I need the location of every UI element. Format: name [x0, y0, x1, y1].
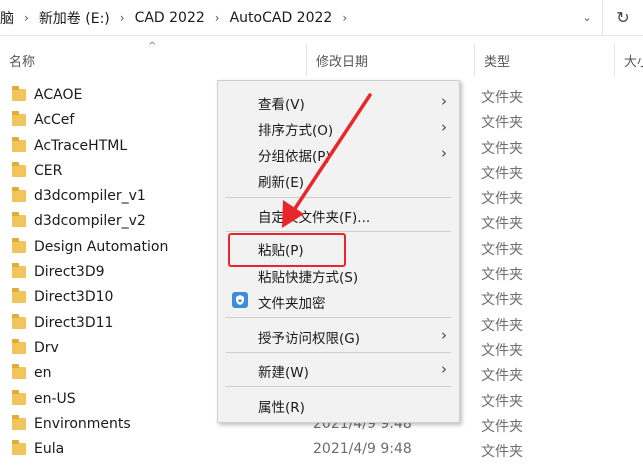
- file-type: 文件夹: [481, 444, 523, 461]
- file-type: 文件夹: [481, 115, 523, 132]
- menu-item-properties[interactable]: 属性(R): [218, 392, 459, 417]
- file-name: Direct3D11: [34, 314, 114, 331]
- breadcrumb-cad-2022[interactable]: CAD 2022: [129, 10, 211, 26]
- address-bar[interactable]: 脑 › 新加卷 (E:) › CAD 2022 › AutoCAD 2022 ›…: [0, 0, 643, 36]
- menu-item-new[interactable]: 新建(W) ›: [218, 357, 459, 382]
- context-menu: 查看(V) › 排序方式(O) › 分组依据(P) › 刷新(E) 自定义文件夹…: [217, 80, 460, 423]
- file-date: 2021/4/9 9:48: [313, 441, 412, 458]
- column-headers: 名称 ^ 修改日期 类型 大小: [0, 41, 643, 76]
- file-name: ACAOE: [34, 87, 83, 103]
- breadcrumb-separator-icon[interactable]: ›: [20, 11, 33, 25]
- file-name: Design Automation: [34, 238, 169, 255]
- file-type: 文件夹: [481, 140, 523, 157]
- file-type: 文件夹: [481, 418, 523, 435]
- list-item[interactable]: Eula 2021/4/9 9:48 文件夹: [0, 437, 643, 462]
- menu-item-give-access[interactable]: 授予访问权限(G) ›: [218, 323, 459, 348]
- folder-icon: [12, 136, 26, 152]
- file-name: Direct3D10: [34, 289, 114, 306]
- sort-ascending-icon: ^: [148, 41, 157, 52]
- file-name: Direct3D9: [34, 264, 105, 281]
- chevron-right-icon: ›: [441, 92, 447, 110]
- file-name: Drv: [34, 339, 59, 356]
- shield-lock-icon: [232, 292, 248, 308]
- column-header-type[interactable]: 类型: [474, 44, 614, 76]
- menu-item-group[interactable]: 分组依据(P) ›: [218, 141, 459, 166]
- breadcrumb-this-pc[interactable]: 脑: [0, 8, 20, 28]
- file-type: 文件夹: [481, 216, 523, 233]
- column-header-size[interactable]: 大小: [614, 44, 643, 76]
- folder-icon: [12, 364, 26, 380]
- folder-icon: [12, 389, 26, 405]
- file-type: 文件夹: [481, 393, 523, 410]
- folder-icon: [12, 212, 26, 228]
- menu-separator: [226, 197, 451, 198]
- menu-item-view[interactable]: 查看(V) ›: [218, 89, 459, 114]
- file-name: AcCef: [34, 112, 75, 129]
- folder-icon: [12, 187, 26, 203]
- file-type: 文件夹: [481, 241, 523, 258]
- column-header-name[interactable]: 名称 ^: [0, 41, 306, 76]
- chevron-right-icon: ›: [441, 326, 447, 344]
- file-name: Eula: [34, 441, 65, 458]
- file-name: d3dcompiler_v1: [34, 188, 146, 205]
- menu-item-sort[interactable]: 排序方式(O) ›: [218, 115, 459, 140]
- file-type: 文件夹: [481, 165, 523, 182]
- chevron-right-icon: ›: [441, 144, 447, 162]
- folder-icon: [12, 161, 26, 177]
- breadcrumb-autocad-2022[interactable]: AutoCAD 2022: [224, 10, 339, 26]
- folder-icon: [12, 288, 26, 304]
- folder-icon: [12, 414, 26, 430]
- menu-separator: [226, 352, 451, 353]
- file-name: CER: [34, 162, 63, 179]
- refresh-icon[interactable]: ↻: [602, 0, 643, 35]
- menu-item-paste-shortcut[interactable]: 粘贴快捷方式(S): [218, 262, 459, 287]
- file-type: 文件夹: [481, 292, 523, 309]
- breadcrumb: 脑 › 新加卷 (E:) › CAD 2022 › AutoCAD 2022 ›: [0, 0, 573, 35]
- file-name: Environments: [34, 415, 131, 432]
- file-name: en-US: [34, 390, 76, 407]
- address-dropdown-icon[interactable]: ⌄: [573, 0, 601, 35]
- file-type: 文件夹: [481, 191, 523, 208]
- folder-icon: [12, 237, 26, 253]
- file-name: d3dcompiler_v2: [34, 213, 146, 230]
- column-header-date[interactable]: 修改日期: [306, 44, 474, 76]
- menu-item-customize-folder[interactable]: 自定义文件夹(F)...: [218, 202, 459, 227]
- folder-icon: [12, 263, 26, 279]
- breadcrumb-separator-icon[interactable]: ›: [211, 11, 224, 25]
- menu-item-folder-encrypt[interactable]: 文件夹加密: [218, 288, 459, 313]
- folder-icon: [12, 111, 26, 127]
- menu-separator: [226, 231, 451, 232]
- folder-icon: [12, 313, 26, 329]
- file-name: AcTraceHTML: [34, 137, 128, 154]
- file-name: en: [34, 365, 52, 382]
- chevron-right-icon: ›: [441, 118, 447, 136]
- file-type: 文件夹: [481, 267, 523, 284]
- menu-item-paste[interactable]: 粘贴(P): [218, 235, 459, 260]
- menu-item-refresh[interactable]: 刷新(E): [218, 167, 459, 192]
- menu-separator: [226, 386, 451, 387]
- breadcrumb-separator-icon[interactable]: ›: [116, 11, 129, 25]
- chevron-right-icon: ›: [441, 360, 447, 378]
- file-type: 文件夹: [481, 90, 523, 106]
- breadcrumb-separator-icon[interactable]: ›: [338, 11, 351, 25]
- breadcrumb-drive-e[interactable]: 新加卷 (E:): [33, 8, 116, 28]
- file-type: 文件夹: [481, 317, 523, 334]
- folder-icon: [12, 338, 26, 354]
- menu-separator: [226, 317, 451, 318]
- folder-icon: [12, 440, 26, 456]
- file-type: 文件夹: [481, 342, 523, 359]
- folder-icon: [12, 86, 26, 101]
- file-type: 文件夹: [481, 368, 523, 385]
